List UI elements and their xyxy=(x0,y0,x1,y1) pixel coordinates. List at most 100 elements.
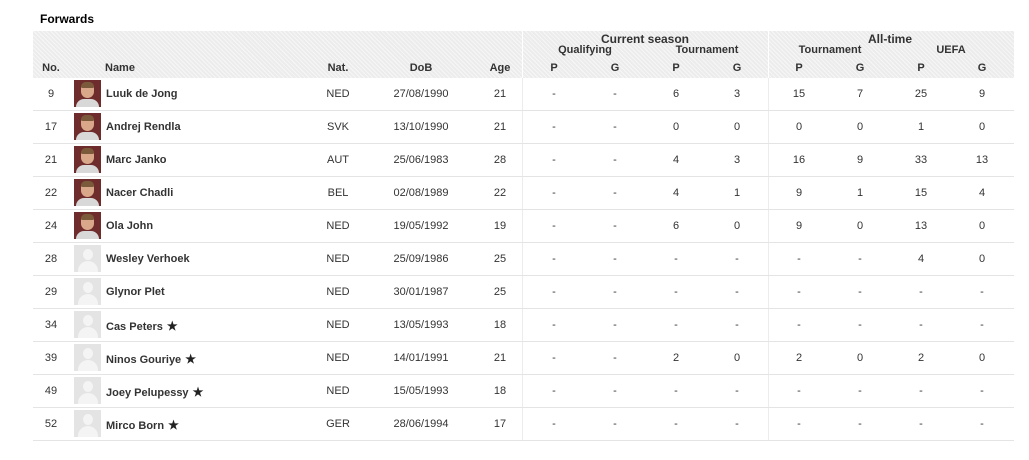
table-row[interactable]: 24 NED 19/05/1992 19 - - 6 0 9 0 13 0 Ola John xyxy=(33,210,1014,243)
cell-dob: 13/10/1990 xyxy=(393,121,449,133)
cell-tournament-g: 0 xyxy=(733,220,741,232)
cell-no: 49 xyxy=(44,385,58,397)
column-divider xyxy=(522,78,523,110)
section-title: Forwards xyxy=(40,12,95,26)
player-photo[interactable] xyxy=(74,113,101,140)
table-row[interactable]: 52 GER 28/06/1994 17 - - - - - - - - Mirco Born ★ xyxy=(33,408,1014,441)
column-divider xyxy=(522,375,523,407)
player-photo[interactable] xyxy=(74,146,101,173)
cell-alltime-tournament-g: 9 xyxy=(856,154,864,166)
cell-uefa-p: 2 xyxy=(917,352,925,364)
cell-qualifying-g: - xyxy=(613,154,617,166)
header-tournament: Tournament xyxy=(675,44,739,56)
cell-uefa-g: - xyxy=(980,286,984,298)
column-divider xyxy=(768,375,769,407)
player-name-link[interactable]: Ninos Gouriye ★ xyxy=(106,352,196,366)
placeholder-avatar-icon[interactable] xyxy=(74,410,101,437)
header-alltime-tournament: Tournament xyxy=(798,44,862,56)
header-dob[interactable]: DoB xyxy=(410,62,433,74)
table-row[interactable]: 34 NED 13/05/1993 18 - - - - - - - - Cas Peters ★ xyxy=(33,309,1014,342)
player-photo[interactable] xyxy=(74,80,101,107)
column-divider xyxy=(522,144,523,176)
column-divider xyxy=(768,309,769,341)
cell-uefa-p: 1 xyxy=(917,121,925,133)
cell-dob: 15/05/1993 xyxy=(393,385,449,397)
player-name-link[interactable]: Joey Pelupessy ★ xyxy=(106,385,203,399)
player-name-link[interactable]: Ola John xyxy=(106,220,153,232)
header-all-time: All-time xyxy=(867,32,913,46)
player-name: Andrej Rendla xyxy=(106,121,181,133)
cell-age: 17 xyxy=(493,418,507,430)
table-row[interactable]: 39 NED 14/01/1991 21 - - 2 0 2 0 2 0 Ninos Gouriye ★ xyxy=(33,342,1014,375)
cell-qualifying-g: - xyxy=(613,418,617,430)
table-row[interactable]: 21 AUT 25/06/1983 28 - - 4 3 16 9 33 13 Marc Janko xyxy=(33,144,1014,177)
player-photo[interactable] xyxy=(74,212,101,239)
player-name-link[interactable]: Cas Peters ★ xyxy=(106,319,178,333)
placeholder-avatar-icon[interactable] xyxy=(74,311,101,338)
header-qualifying-g[interactable]: G xyxy=(611,62,620,74)
header-nat[interactable]: Nat. xyxy=(328,62,349,74)
cell-tournament-g: - xyxy=(735,253,739,265)
header-alltime-tournament-g[interactable]: G xyxy=(856,62,865,74)
player-name-link[interactable]: Nacer Chadli xyxy=(106,187,173,199)
cell-qualifying-g: - xyxy=(613,88,617,100)
star-icon: ★ xyxy=(192,385,204,399)
placeholder-avatar-icon[interactable] xyxy=(74,278,101,305)
header-tournament-p[interactable]: P xyxy=(672,62,679,74)
cell-uefa-p: - xyxy=(919,286,923,298)
cell-uefa-g: - xyxy=(980,418,984,430)
cell-tournament-g: - xyxy=(735,319,739,331)
cell-qualifying-p: - xyxy=(552,385,556,397)
cell-qualifying-g: - xyxy=(613,187,617,199)
player-name-link[interactable]: Mirco Born ★ xyxy=(106,418,179,432)
cell-tournament-p: - xyxy=(674,385,678,397)
player-photo[interactable] xyxy=(74,179,101,206)
header-qualifying-p[interactable]: P xyxy=(550,62,557,74)
cell-alltime-tournament-p: 0 xyxy=(795,121,803,133)
player-name-link[interactable]: Andrej Rendla xyxy=(106,121,181,133)
player-name-link[interactable]: Glynor Plet xyxy=(106,286,165,298)
cell-no: 29 xyxy=(44,286,58,298)
table-row[interactable]: 9 NED 27/08/1990 21 - - 6 3 15 7 25 9 Luuk de Jong xyxy=(33,78,1014,111)
player-name-link[interactable]: Wesley Verhoek xyxy=(106,253,190,265)
cell-qualifying-p: - xyxy=(552,88,556,100)
placeholder-avatar-icon[interactable] xyxy=(74,344,101,371)
player-name: Cas Peters xyxy=(106,321,163,333)
header-uefa-g[interactable]: G xyxy=(978,62,987,74)
cell-age: 21 xyxy=(493,352,507,364)
header-tournament-g[interactable]: G xyxy=(733,62,742,74)
cell-alltime-tournament-p: - xyxy=(797,385,801,397)
cell-qualifying-p: - xyxy=(552,121,556,133)
cell-alltime-tournament-p: - xyxy=(797,418,801,430)
placeholder-avatar-icon[interactable] xyxy=(74,245,101,272)
cell-dob: 14/01/1991 xyxy=(393,352,449,364)
header-no[interactable]: No. xyxy=(42,62,60,74)
cell-age: 18 xyxy=(493,385,507,397)
player-name: Wesley Verhoek xyxy=(106,253,190,265)
header-alltime-tournament-p[interactable]: P xyxy=(795,62,802,74)
player-name-link[interactable]: Luuk de Jong xyxy=(106,88,178,100)
table-row[interactable]: 17 SVK 13/10/1990 21 - - 0 0 0 0 1 0 Andrej Rendla xyxy=(33,111,1014,144)
table-row[interactable]: 28 NED 25/09/1986 25 - - - - - - 4 0 Wesley Verhoek xyxy=(33,243,1014,276)
cell-alltime-tournament-g: 1 xyxy=(856,187,864,199)
cell-uefa-g: 13 xyxy=(975,154,989,166)
header-name[interactable]: Name xyxy=(105,62,135,74)
header-age[interactable]: Age xyxy=(490,62,511,74)
cell-tournament-g: - xyxy=(735,418,739,430)
column-divider xyxy=(522,276,523,308)
placeholder-avatar-icon[interactable] xyxy=(74,377,101,404)
cell-no: 52 xyxy=(44,418,58,430)
header-uefa-p[interactable]: P xyxy=(917,62,924,74)
cell-tournament-p: 4 xyxy=(672,187,680,199)
table-row[interactable]: 22 BEL 02/08/1989 22 - - 4 1 9 1 15 4 Nacer Chadli xyxy=(33,177,1014,210)
cell-qualifying-g: - xyxy=(613,352,617,364)
table-row[interactable]: 49 NED 15/05/1993 18 - - - - - - - - Joey Pelupessy ★ xyxy=(33,375,1014,408)
player-name-link[interactable]: Marc Janko xyxy=(106,154,167,166)
cell-alltime-tournament-p: - xyxy=(797,319,801,331)
cell-uefa-g: 0 xyxy=(978,253,986,265)
cell-tournament-p: 6 xyxy=(672,220,680,232)
column-divider xyxy=(768,111,769,143)
cell-uefa-g: - xyxy=(980,385,984,397)
cell-tournament-p: - xyxy=(674,253,678,265)
table-row[interactable]: 29 NED 30/01/1987 25 - - - - - - - - Glynor Plet xyxy=(33,276,1014,309)
